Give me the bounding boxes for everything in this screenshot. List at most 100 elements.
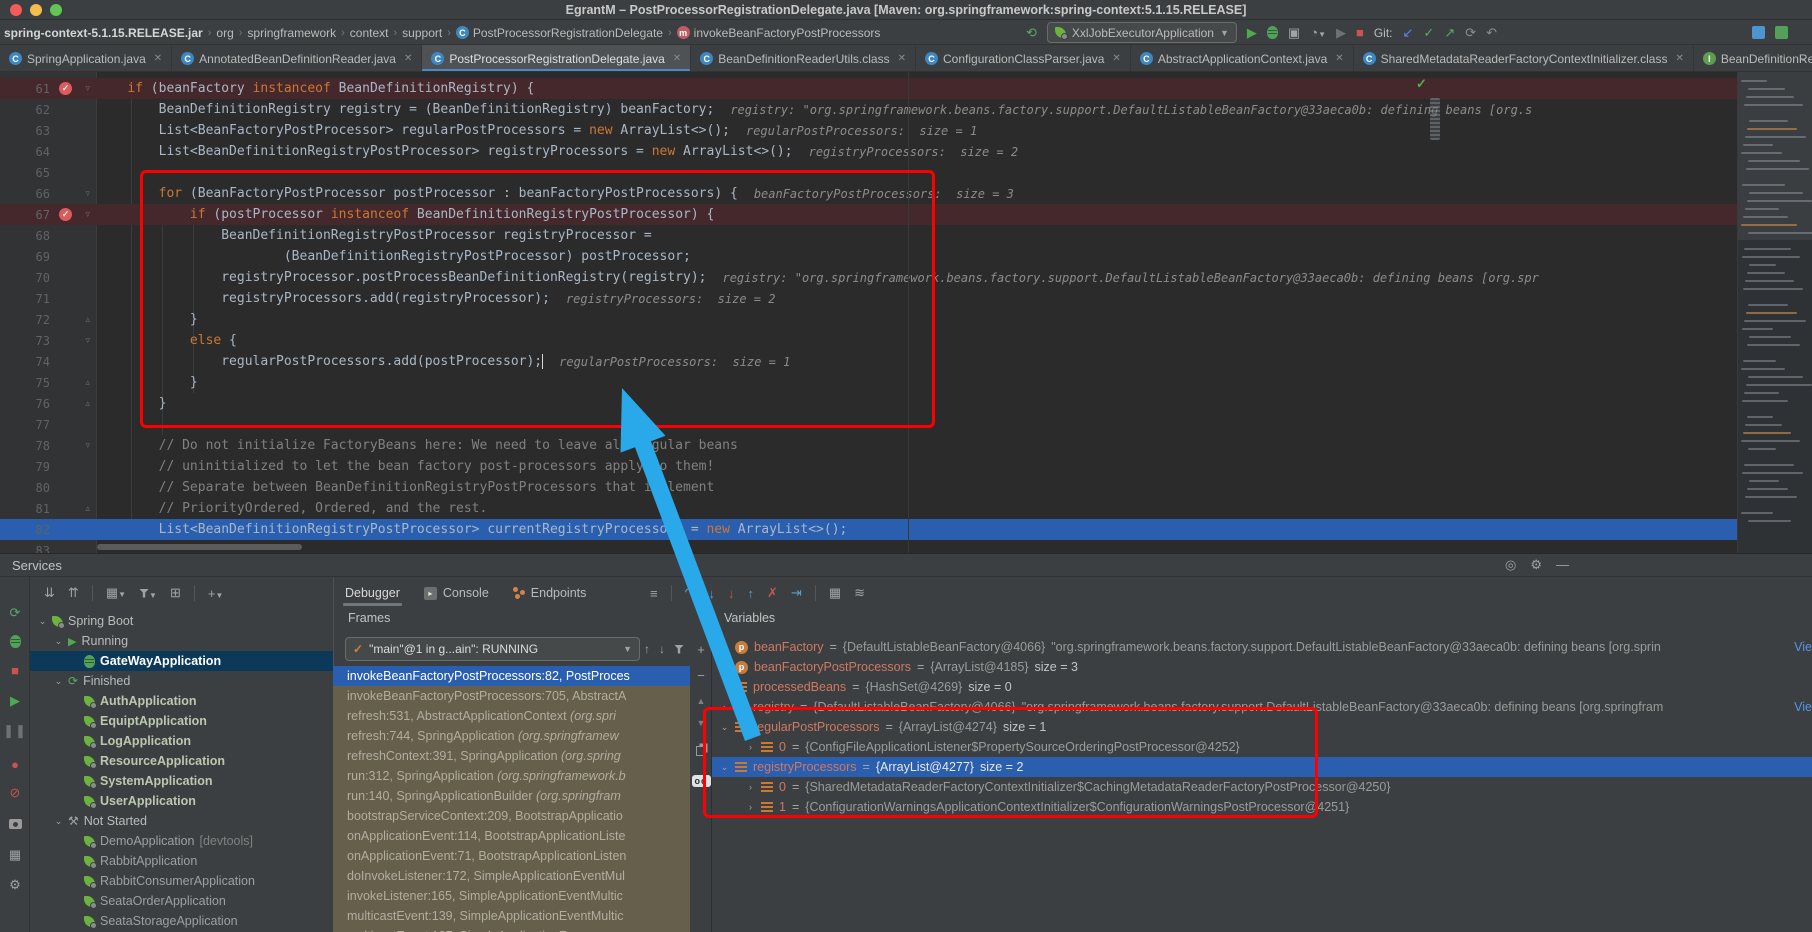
next-frame-icon[interactable]: ↓ [659, 642, 665, 656]
editor-tab[interactable]: IBeanDefinitionRegistryP✕ [1694, 45, 1812, 72]
code-line[interactable]: 67✓▿ if (postProcessor instanceof BeanDe… [0, 204, 1812, 225]
sidebar-item-rabbitapplication[interactable]: RabbitApplication [30, 851, 333, 871]
code-line[interactable]: 81▵ // PriorityOrdered, Ordered, and the… [0, 498, 1812, 519]
code-minimap[interactable] [1737, 72, 1812, 553]
breadcrumb-item[interactable]: CPostProcessorRegistrationDelegate [456, 26, 663, 40]
fold-marker-icon[interactable]: ▵ [85, 314, 90, 325]
editor-tab[interactable]: CConfigurationClassParser.java✕ [916, 45, 1131, 72]
expander-icon[interactable]: › [720, 702, 729, 712]
fold-marker-icon[interactable]: ▿ [85, 188, 90, 199]
stop-process-button[interactable]: ■ [0, 663, 30, 678]
layout-icon[interactable]: ≡ [650, 586, 658, 601]
close-icon[interactable]: ✕ [154, 53, 162, 64]
editor-tab[interactable]: CAnnotatedBeanDefinitionReader.java✕ [172, 45, 422, 72]
code-line[interactable]: 82 List<BeanDefinitionRegistryPostProces… [0, 519, 1812, 540]
code-line[interactable]: 79 // uninitialized to let the bean fact… [0, 456, 1812, 477]
editor-tab[interactable]: CSharedMetadataReaderFactoryContextIniti… [1354, 45, 1694, 72]
hide-panel-icon[interactable]: — [1556, 557, 1569, 573]
git-commit-button[interactable]: ✓ [1423, 26, 1434, 39]
layout-settings-icon[interactable]: ▦ [0, 847, 30, 863]
code-line[interactable]: 72▵ } [0, 309, 1812, 330]
add-watch-button[interactable]: + [690, 642, 712, 657]
expander-icon[interactable]: › [746, 742, 755, 752]
rerun-button[interactable]: ⟳ [0, 605, 30, 621]
variable-row[interactable]: ›0={ConfigFileApplicationListener$Proper… [712, 737, 1812, 757]
view-value-link[interactable]: Vie [1790, 640, 1812, 654]
variable-row[interactable]: ›pbeanFactoryPostProcessors={ArrayList@4… [712, 657, 1812, 677]
horizontal-scrollbar[interactable] [97, 543, 1737, 551]
editor-tab[interactable]: CBeanDefinitionReaderUtils.class✕ [691, 45, 916, 72]
sidebar-item-systemapplication[interactable]: SystemApplication [30, 771, 333, 791]
stack-frame-row[interactable]: bootstrapServiceContext:209, BootstrapAp… [333, 806, 690, 826]
run-to-cursor-button[interactable]: ⇥ [791, 585, 802, 601]
inspections-ok-icon[interactable]: ✓ [1416, 76, 1427, 92]
fold-marker-icon[interactable]: ▿ [85, 83, 90, 94]
code-editor[interactable]: 61✓▿ if (beanFactory instanceof BeanDefi… [0, 72, 1812, 553]
run-with-coverage-button[interactable]: ▣ [1288, 26, 1300, 39]
sidebar-item-gatewayapplication[interactable]: GateWayApplication [30, 651, 333, 671]
variable-row[interactable]: ⌄registryProcessors={ArrayList@4277} siz… [712, 757, 1812, 777]
expander-icon[interactable]: › [746, 782, 755, 792]
new-frame-icon[interactable]: ⊞ [170, 585, 181, 601]
float-mode-icon[interactable]: ◎ [1505, 557, 1516, 573]
git-push-button[interactable]: ↗ [1444, 26, 1455, 39]
stack-frame-row[interactable]: onApplicationEvent:71, BootstrapApplicat… [333, 846, 690, 866]
breakpoint-icon[interactable]: ✓ [59, 82, 72, 95]
variable-row[interactable]: ›1={ConfigurationWarningsApplicationCont… [712, 797, 1812, 817]
step-out-button[interactable]: ↑ [748, 586, 755, 601]
expander-icon[interactable]: ⌄ [720, 762, 729, 773]
code-line[interactable]: 73▿ else { [0, 330, 1812, 351]
code-line[interactable]: 61✓▿ if (beanFactory instanceof BeanDefi… [0, 78, 1812, 99]
sidebar-item-demoapplication[interactable]: DemoApplication [devtools] [30, 831, 333, 851]
variable-row[interactable]: ⌄regularPostProcessors={ArrayList@4274} … [712, 717, 1812, 737]
expander-icon[interactable]: ⌄ [720, 722, 729, 733]
code-line[interactable]: 76▵ } [0, 393, 1812, 414]
code-line[interactable]: 74 regularPostProcessors.add(postProcess… [0, 351, 1812, 372]
show-watches-icon[interactable]: oo [690, 772, 712, 787]
mute-breakpoints-button[interactable]: ⊘ [0, 785, 30, 801]
tab-overflow-chevron-icon[interactable]: ⌄ [1798, 50, 1808, 64]
code-line[interactable]: 68 BeanDefinitionRegistryPostProcessor r… [0, 225, 1812, 246]
history-button[interactable]: ⟳ [1465, 26, 1476, 39]
pause-button[interactable]: ❚❚ [0, 723, 30, 739]
debugger-settings-icon[interactable]: ≋ [854, 585, 865, 601]
debug-button[interactable] [1267, 26, 1278, 39]
close-icon[interactable]: ✕ [673, 53, 681, 64]
stack-frame-row[interactable]: invokeBeanFactoryPostProcessors:705, Abs… [333, 686, 690, 706]
code-line[interactable]: 63 List<BeanFactoryPostProcessor> regula… [0, 120, 1812, 141]
terminal-icon[interactable] [1775, 26, 1788, 39]
hide-library-frames-icon[interactable] [674, 645, 684, 654]
tab-debugger[interactable]: Debugger [333, 578, 412, 608]
rollback-button[interactable]: ↶ [1486, 26, 1497, 39]
settings-gear-icon[interactable]: ⚙ [0, 877, 30, 893]
sidebar-item-spring-boot[interactable]: ⌄Spring Boot [30, 611, 333, 631]
sidebar-item-resourceapplication[interactable]: ResourceApplication [30, 751, 333, 771]
breadcrumb-item[interactable]: spring-context-5.1.15.RELEASE.jar [4, 26, 203, 40]
variable-row[interactable]: ›0={SharedMetadataReaderFactoryContextIn… [712, 777, 1812, 797]
move-down-icon[interactable]: ▼ [690, 718, 712, 728]
stack-frame-row[interactable]: invokeListener:165, SimpleApplicationEve… [333, 886, 690, 906]
stack-frame-row[interactable]: refresh:744, SpringApplication (org.spri… [333, 726, 690, 746]
code-line[interactable]: 80 // Separate between BeanDefinitionReg… [0, 477, 1812, 498]
breadcrumb-item[interactable]: support [402, 26, 442, 40]
stack-frame-row[interactable]: refreshContext:391, SpringApplication (o… [333, 746, 690, 766]
sidebar-item-not-started[interactable]: ⌄⚒Not Started [30, 811, 333, 831]
stack-frame-row[interactable]: multicastEvent:127, SimpleApplicationE [333, 926, 690, 932]
sidebar-item-logapplication[interactable]: LogApplication [30, 731, 333, 751]
breadcrumb-item[interactable]: minvokeBeanFactoryPostProcessors [677, 26, 881, 40]
code-line[interactable]: 69 (BeanDefinitionRegistryPostProcessor)… [0, 246, 1812, 267]
settings-gear-icon[interactable]: ⚙ [1530, 557, 1542, 573]
breadcrumb-item[interactable]: org [216, 26, 233, 40]
variable-row[interactable]: ›registry={DefaultListableBeanFactory@40… [712, 697, 1812, 717]
sidebar-item-authapplication[interactable]: AuthApplication [30, 691, 333, 711]
code-line[interactable]: 64 List<BeanDefinitionRegistryPostProces… [0, 141, 1812, 162]
stack-frame-row[interactable]: multicastEvent:139, SimpleApplicationEve… [333, 906, 690, 926]
drop-frame-button[interactable]: ✗ [767, 585, 778, 601]
sidebar-item-seataorderapplication[interactable]: SeataOrderApplication [30, 891, 333, 911]
breadcrumb[interactable]: spring-context-5.1.15.RELEASE.jar›org›sp… [4, 20, 880, 45]
code-line[interactable]: 78▿ // Do not initialize FactoryBeans he… [0, 435, 1812, 456]
expander-icon[interactable]: › [720, 642, 729, 652]
variable-row[interactable]: processedBeans={HashSet@4269} size = 0 [712, 677, 1812, 697]
thread-dump-camera-icon[interactable] [0, 817, 30, 832]
remove-watch-button[interactable]: − [690, 668, 712, 683]
